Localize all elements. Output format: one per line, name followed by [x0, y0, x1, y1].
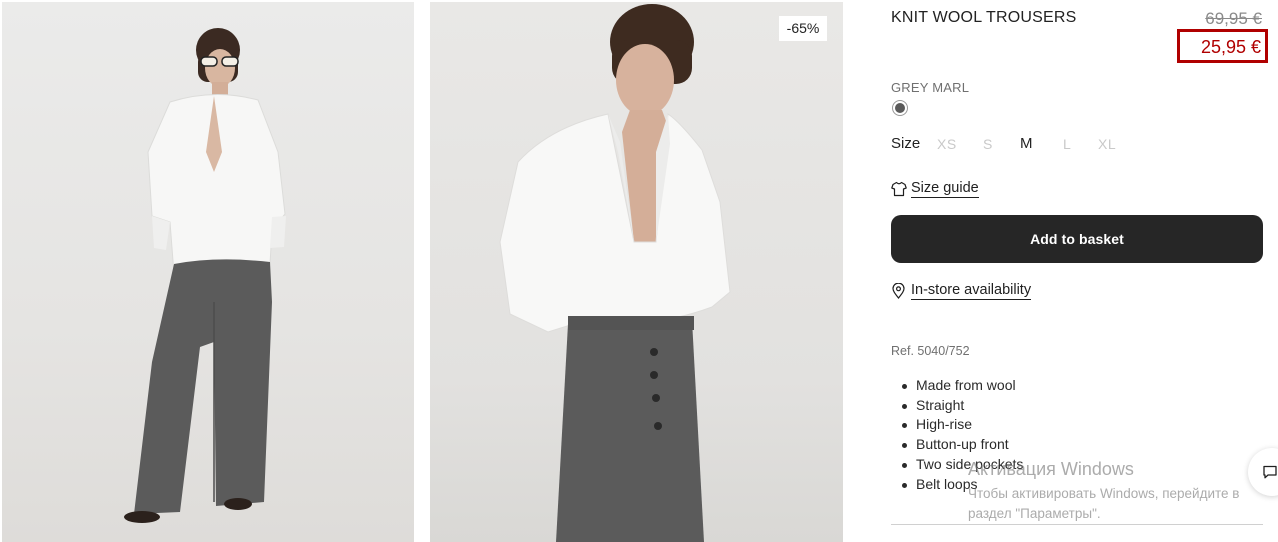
- size-guide-label[interactable]: Size guide: [911, 180, 979, 198]
- sale-price-highlight: 25,95 €: [1177, 29, 1268, 63]
- size-option-xl[interactable]: XL: [1098, 136, 1116, 152]
- model-full-length-illustration: [124, 28, 286, 523]
- in-store-availability-link[interactable]: In-store availability: [891, 280, 1032, 302]
- size-option-s[interactable]: S: [983, 136, 993, 152]
- product-photo-closeup[interactable]: [430, 2, 843, 542]
- product-reference: Ref. 5040/752: [891, 344, 970, 358]
- sale-price: 25,95 €: [1200, 37, 1261, 57]
- size-option-xs[interactable]: XS: [937, 136, 957, 152]
- product-title: KNIT WOOL TROUSERS: [891, 9, 1077, 26]
- location-pin-icon: [892, 283, 905, 299]
- in-store-availability-label[interactable]: In-store availability: [911, 282, 1032, 300]
- size-option-m[interactable]: M: [1020, 135, 1033, 152]
- feature-item: Straight: [901, 396, 1023, 416]
- t-shirt-icon: [891, 181, 907, 197]
- section-divider: [891, 524, 1263, 525]
- size-option-l[interactable]: L: [1063, 136, 1071, 152]
- original-price: 69,95 €: [1205, 9, 1262, 28]
- product-photo-full-length[interactable]: [2, 2, 414, 542]
- feature-item: Made from wool: [901, 376, 1023, 396]
- size-label: Size: [891, 135, 921, 152]
- windows-activation-title: Активация Windows: [968, 459, 1134, 479]
- size-guide-link[interactable]: Size guide: [891, 178, 979, 200]
- color-name: GREY MARL: [891, 80, 970, 95]
- model-closeup-illustration: [499, 4, 731, 542]
- discount-badge: -65%: [779, 16, 827, 41]
- chat-bubble-icon: [1263, 465, 1277, 479]
- feature-item: Button-up front: [901, 435, 1023, 455]
- color-swatch-grey-marl[interactable]: [892, 100, 908, 116]
- windows-activation-text: Чтобы активировать Windows, перейдите в …: [968, 486, 1240, 521]
- feature-item: High-rise: [901, 415, 1023, 435]
- add-to-basket-button[interactable]: Add to basket: [891, 215, 1263, 263]
